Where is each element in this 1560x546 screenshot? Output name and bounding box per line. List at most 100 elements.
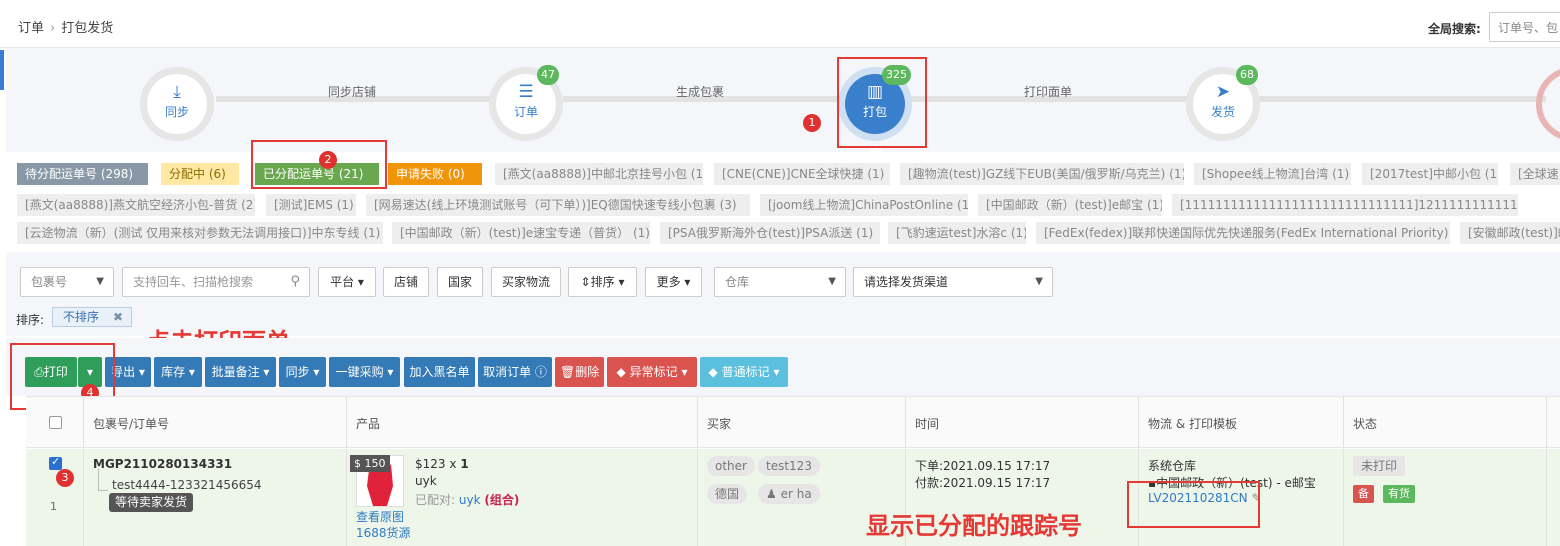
channel-tag[interactable]: [网易速达(线上环境测试账号（可下单）)]EQ德国快速专线小包裹 (3) <box>366 194 750 216</box>
tree-connector <box>98 469 108 491</box>
column-divider <box>905 397 906 447</box>
search-icon: ⚲ <box>290 274 300 289</box>
package-no-select[interactable]: 包裹号 ▼ <box>20 267 114 297</box>
annotation-show-tracking: 显示已分配的跟踪号 <box>866 512 1082 540</box>
channel-tag[interactable]: [Shopee线上物流]台湾 (1) <box>1194 163 1351 185</box>
order-number[interactable]: test4444-123321456654 <box>112 478 262 492</box>
table-header: 包裹号/订单号 产品 买家 时间 物流 & 打印模板 状态 <box>26 396 1560 448</box>
shipping-channel-select[interactable]: 请选择发货渠道 ▼ <box>853 267 1053 297</box>
channel-tag[interactable]: [全球速 <box>1510 163 1560 185</box>
more-dropdown[interactable]: 更多 ▾ <box>645 267 702 297</box>
channel-tag[interactable]: [2017test]中邮小包 (1) <box>1362 163 1498 185</box>
channel-tag[interactable]: [燕文(aa8888)]中邮北京挂号小包 (1) <box>495 163 703 185</box>
column-divider <box>697 449 698 546</box>
package-number[interactable]: MGP2110280134331 <box>93 457 232 471</box>
batch-note-dropdown[interactable]: 批量备注 ▾ <box>205 357 276 387</box>
header-product: 产品 <box>356 417 381 431</box>
left-accent-bar <box>0 50 4 90</box>
tab-pending-tracking[interactable]: 待分配运单号 (298) <box>17 163 148 185</box>
delete-button[interactable]: 🗑删除 <box>555 357 604 387</box>
dropdown-label: 平台 <box>330 275 355 289</box>
global-search-input[interactable]: 订单号、包 <box>1489 12 1560 42</box>
marker-2: 2 <box>319 151 337 169</box>
sort-chip[interactable]: 不排序 ✖ <box>52 307 132 327</box>
country-button[interactable]: 国家 <box>437 267 483 297</box>
close-icon[interactable]: ✖ <box>113 308 123 326</box>
download-icon: ⤓ <box>173 82 181 102</box>
breadcrumb: 订单 › 打包发货 <box>18 17 113 36</box>
platform-dropdown[interactable]: 平台 ▾ <box>318 267 376 297</box>
caret-down-icon: ▾ <box>138 365 145 379</box>
channel-tag[interactable]: [FedEx(fedex)]联邦快递国际优先快递服务(FedEx Interna… <box>1036 222 1450 244</box>
search-input[interactable]: 支持回车、扫描枪搜索 ⚲ <box>122 267 310 297</box>
channel-tag[interactable]: [CNE(CNE)]CNE全球快捷 (1) <box>714 163 890 185</box>
buyer-logistics-button[interactable]: 买家物流 <box>491 267 561 297</box>
sync-dropdown[interactable]: 同步 ▾ <box>279 357 326 387</box>
add-blacklist-button[interactable]: 加入黑名单 <box>404 357 475 387</box>
column-divider <box>83 449 84 546</box>
buyer-name: er ha <box>780 487 812 501</box>
global-search-label: 全局搜索: <box>1428 22 1481 36</box>
channel-tag[interactable]: [111111111111111111111111111111]12111111… <box>1172 194 1518 216</box>
shop-button[interactable]: 店铺 <box>383 267 429 297</box>
connector-line <box>1256 96 1546 102</box>
source-1688-link[interactable]: 1688货源 <box>356 524 411 541</box>
step-ship[interactable]: ➤ 发货 68 <box>1186 65 1260 141</box>
channel-tag[interactable]: [飞豹速运test]水溶c (1) <box>888 222 1026 244</box>
header-status: 状态 <box>1353 417 1378 431</box>
breadcrumb-root[interactable]: 订单 <box>18 21 44 36</box>
stock-dropdown[interactable]: 库存 ▾ <box>154 357 202 387</box>
step-order[interactable]: ☰ 订单 47 <box>489 65 563 141</box>
button-label: 店铺 <box>393 275 418 289</box>
channel-tag[interactable]: [中国邮政（新）(test)]e速宝专递（普货） (1) <box>392 222 650 244</box>
sort-chip-label: 不排序 <box>63 310 100 324</box>
button-label: 加入黑名单 <box>409 365 470 379</box>
tab-apply-failed[interactable]: 申请失败 (0) <box>388 163 482 185</box>
header-time: 时间 <box>915 417 940 431</box>
highlight-box-pack <box>837 57 927 148</box>
caret-down-icon: ▾ <box>313 365 320 379</box>
row-checkbox[interactable]: ✓ <box>49 455 62 470</box>
channel-tag[interactable]: [云途物流（新）(测试 仅用来核对参数无法调用接口)]中东专线 (1) <box>17 222 383 244</box>
search-placeholder: 支持回车、扫描枪搜索 <box>133 275 254 289</box>
connector-label: 生成包裹 <box>676 85 725 99</box>
warehouse-select[interactable]: 仓库 ▼ <box>714 267 846 297</box>
dropdown-label: 更多 <box>656 275 681 289</box>
list-icon: ☰ <box>518 82 534 102</box>
select-all-checkbox[interactable] <box>49 416 62 429</box>
tab-assigning[interactable]: 分配中 (6) <box>161 163 239 185</box>
remark-label: 备 <box>1353 485 1374 503</box>
sort-dropdown[interactable]: ⇕排序 ▾ <box>568 267 637 297</box>
caret-down-icon: ▼ <box>828 276 836 287</box>
channel-tag[interactable]: [joom线上物流]ChinaPostOnline (1) <box>760 194 968 216</box>
abnormal-mark-dropdown[interactable]: ◆ 异常标记 ▾ <box>607 357 697 387</box>
normal-mark-dropdown[interactable]: ◆ 普通标记 ▾ <box>700 357 788 387</box>
channel-tag[interactable]: [PSA俄罗斯海外仓(test)]PSA派送 (1) <box>660 222 880 244</box>
view-image-link[interactable]: 查看原图 <box>356 508 404 525</box>
in-stock-label: 有货 <box>1383 485 1415 503</box>
channel-tag[interactable]: [趣物流(test)]GZ线下EUB(美国/俄罗斯/乌克兰) (1) <box>900 163 1184 185</box>
info-icon: ⓘ <box>534 365 547 379</box>
header-buyer: 买家 <box>707 417 732 431</box>
caret-down-icon: ▾ <box>188 365 195 379</box>
channel-tag[interactable]: [测试]EMS (1) <box>266 194 356 216</box>
channel-tag[interactable]: [燕文(aa8888)]燕文航空经济小包-普货 (2) <box>17 194 255 216</box>
step-sync[interactable]: ⤓ 同步 <box>140 67 214 141</box>
price-tag: $ 150 <box>350 455 390 472</box>
breadcrumb-current: 打包发货 <box>61 21 114 36</box>
one-click-purchase-dropdown[interactable]: 一键采购 ▾ <box>329 357 400 387</box>
matched-sku-link[interactable]: uyk <box>459 493 481 507</box>
chevron-right-icon: › <box>50 21 56 36</box>
cancel-order-button[interactable]: 取消订单 ⓘ <box>478 357 552 387</box>
channel-tag[interactable]: [中国邮政（新）(test)]e邮宝 (1) <box>978 194 1162 216</box>
marker-1: 1 <box>803 114 821 132</box>
channel-tag[interactable]: [安徽邮政(test)]皖 <box>1460 222 1560 244</box>
button-label: 库存 <box>161 365 186 379</box>
caret-down-icon: ▼ <box>96 276 104 287</box>
button-label: 批量备注 <box>211 365 260 379</box>
button-label: 删除 <box>575 365 600 379</box>
select-value: 仓库 <box>725 275 750 289</box>
table-row[interactable]: ✓ 1 MGP2110280134331 test4444-1233214566… <box>26 449 1560 546</box>
caret-down-icon: ▾ <box>263 365 270 379</box>
header-logistics: 物流 & 打印模板 <box>1148 417 1237 431</box>
